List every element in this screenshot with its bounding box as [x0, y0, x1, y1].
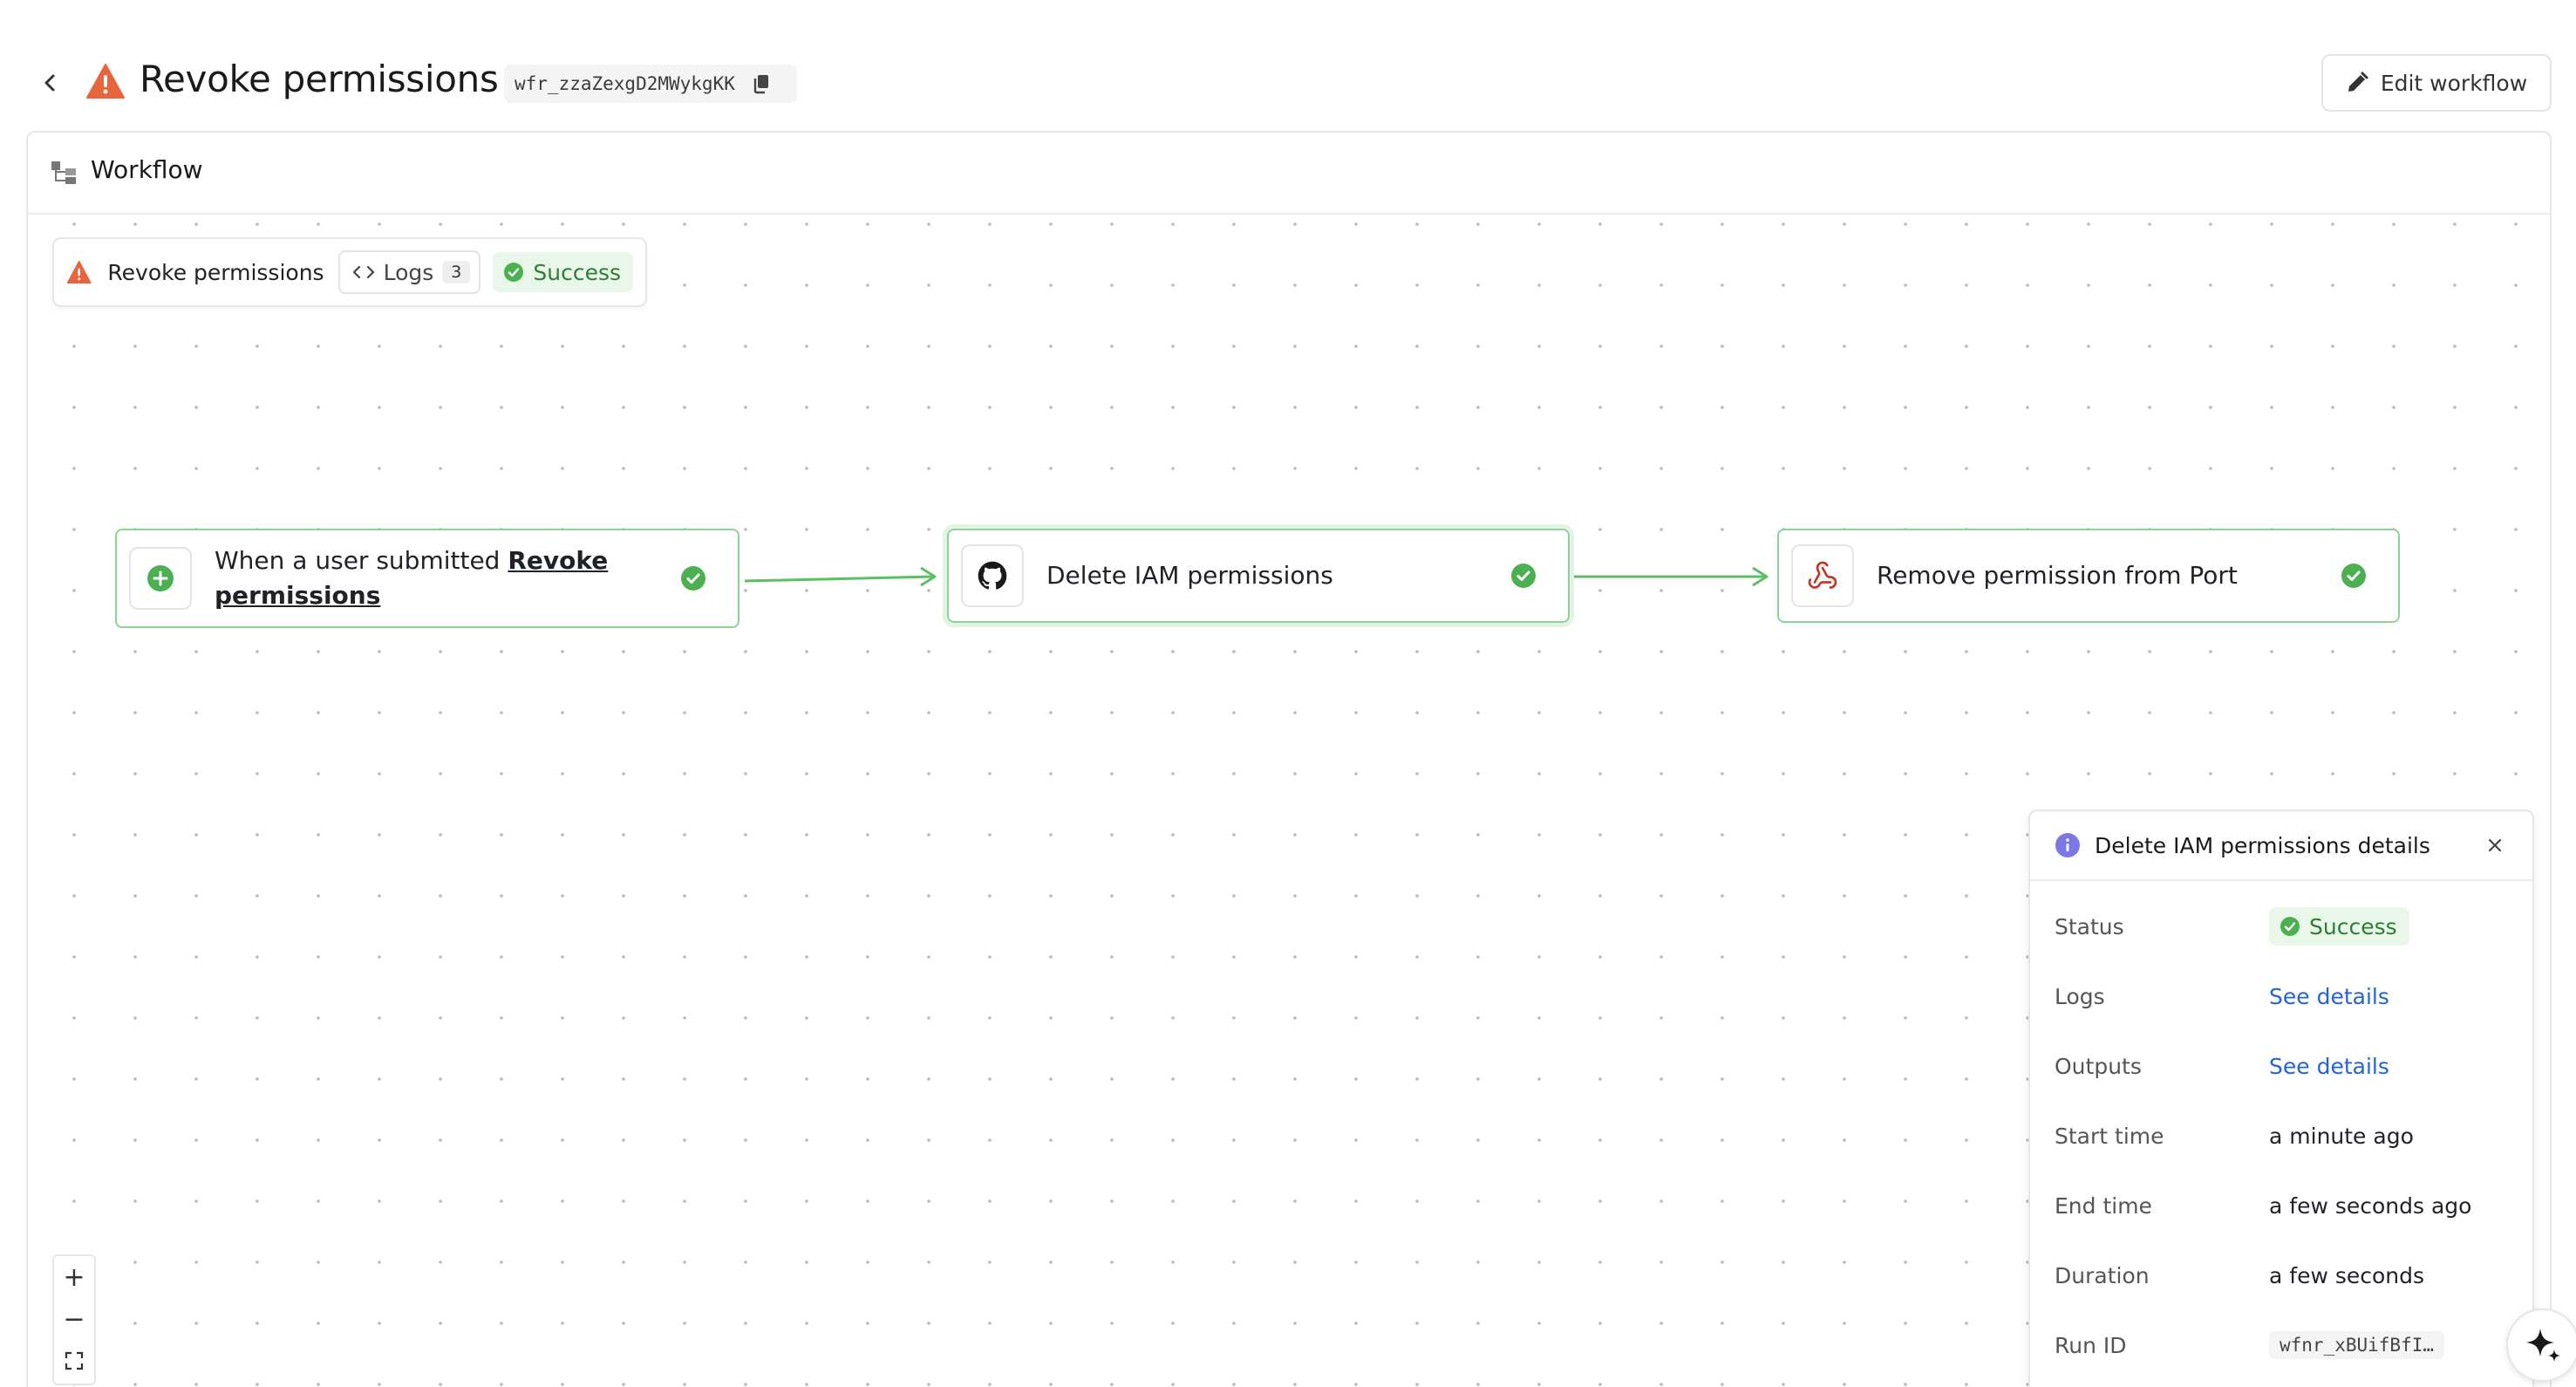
node-icon-box: [961, 544, 1024, 607]
detail-row-end-time: End time a few seconds ago: [2055, 1188, 2517, 1223]
trigger-node[interactable]: When a user submitted Revoke permissions: [115, 529, 739, 628]
info-icon: [2055, 833, 2080, 857]
node-label: Delete IAM permissions: [1046, 561, 1333, 590]
edit-workflow-button[interactable]: Edit workflow: [2321, 54, 2552, 112]
workflow-canvas[interactable]: Revoke permissions Logs 3 Success When a: [28, 216, 2550, 1387]
run-id-chip: wfr_zzaZexgD2MWykgKK: [504, 65, 797, 103]
detail-key: Logs: [2055, 983, 2105, 1009]
remove-permission-from-port-node[interactable]: Remove permission from Port: [1777, 529, 2400, 623]
node-icon-box: [129, 547, 192, 610]
logs-see-details-link[interactable]: See details: [2269, 984, 2389, 1009]
chevron-left-icon: [44, 74, 55, 92]
detail-key: Outputs: [2055, 1053, 2142, 1079]
copy-icon: [753, 75, 768, 94]
details-title: Delete IAM permissions details: [2095, 832, 2430, 858]
status-text: Success: [2309, 913, 2397, 939]
workflow-title: Workflow: [91, 155, 203, 184]
edge-trigger-to-delete: [744, 575, 934, 583]
status-badge: Success: [2269, 907, 2409, 946]
back-button[interactable]: [35, 68, 65, 98]
detail-value: a few seconds ago: [2269, 1192, 2472, 1219]
detail-value: a few seconds: [2269, 1262, 2425, 1288]
workflow-panel: Workflow Revoke permissions Logs 3 Succe…: [26, 131, 2552, 1387]
run-id-value[interactable]: wfnr_xBUifBfI…: [2269, 1331, 2445, 1359]
check-circle-icon: [681, 566, 705, 591]
detail-key: Run ID: [2055, 1332, 2127, 1358]
trigger-prefix: When a user submitted: [215, 546, 508, 575]
detail-row-status: Status Success: [2055, 907, 2517, 946]
plus-circle-icon: [147, 565, 174, 591]
copy-button[interactable]: [751, 73, 772, 94]
detail-key: Status: [2055, 913, 2124, 939]
detail-key: Duration: [2055, 1262, 2150, 1288]
detail-row-start-time: Start time a minute ago: [2055, 1118, 2517, 1153]
detail-row-duration: Duration a few seconds: [2055, 1258, 2517, 1293]
zoom-in-button[interactable]: +: [54, 1256, 94, 1298]
trigger-node-text: When a user submitted Revoke permissions: [215, 543, 680, 613]
node-details-panel: Delete IAM permissions details Status Su…: [2028, 810, 2534, 1387]
webhook-icon: [1808, 561, 1837, 589]
node-label: Remove permission from Port: [1877, 561, 2238, 590]
sparkles-icon: [2526, 1329, 2560, 1362]
pencil-icon: [2348, 72, 2368, 92]
detail-key: End time: [2055, 1192, 2152, 1219]
close-button[interactable]: [2482, 832, 2508, 858]
ai-assistant-button[interactable]: [2506, 1308, 2576, 1382]
page-title: Revoke permissions: [140, 58, 499, 100]
check-circle-icon: [2341, 564, 2366, 588]
workflow-panel-header: Workflow: [28, 133, 2550, 215]
zoom-controls: + −: [52, 1254, 96, 1385]
fullscreen-icon: [65, 1351, 84, 1370]
close-icon: [2488, 838, 2502, 852]
delete-iam-permissions-node[interactable]: Delete IAM permissions: [947, 529, 1570, 623]
warning-icon: [86, 64, 125, 99]
edit-workflow-label: Edit workflow: [2380, 70, 2528, 96]
detail-row-logs: Logs See details: [2055, 979, 2517, 1014]
detail-row-run-id: Run ID wfnr_xBUifBfI…: [2055, 1328, 2517, 1363]
workflow-icon: [51, 161, 76, 184]
check-circle-icon: [1511, 564, 1536, 588]
detail-value: a minute ago: [2269, 1123, 2414, 1149]
check-circle-icon: [2280, 917, 2300, 936]
detail-row-outputs: Outputs See details: [2055, 1049, 2517, 1083]
details-header: Delete IAM permissions details: [2030, 811, 2532, 881]
detail-key: Start time: [2055, 1123, 2164, 1149]
run-id-text: wfr_zzaZexgD2MWykgKK: [515, 73, 735, 94]
github-icon: [978, 561, 1007, 590]
zoom-out-button[interactable]: −: [54, 1298, 94, 1340]
page-header: Revoke permissions wfr_zzaZexgD2MWykgKK …: [0, 0, 2576, 131]
node-icon-box: [1791, 544, 1854, 607]
fit-view-button[interactable]: [54, 1340, 94, 1382]
outputs-see-details-link[interactable]: See details: [2269, 1054, 2389, 1079]
